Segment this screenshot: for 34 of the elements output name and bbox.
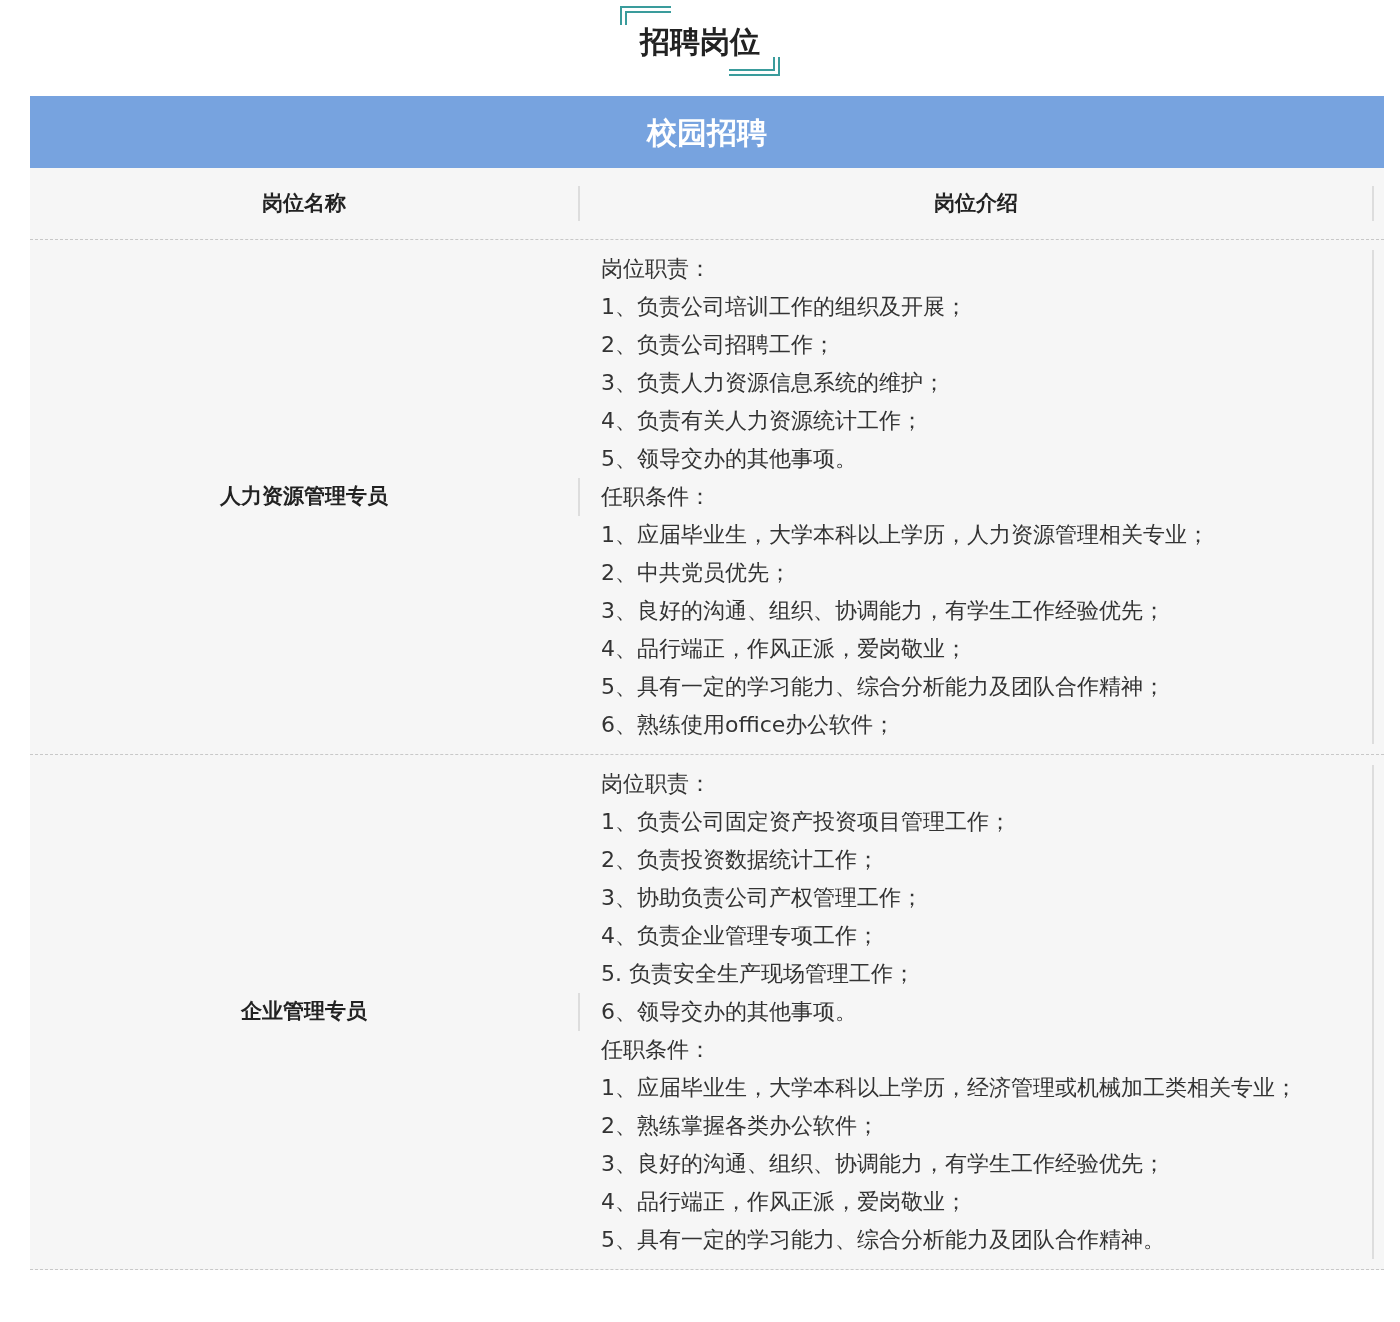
description-line: 1、负责公司培训工作的组织及开展；: [601, 293, 968, 321]
description-line: 1、应届毕业生，大学本科以上学历，人力资源管理相关专业；: [601, 521, 1210, 549]
description-line: 任职条件：: [601, 483, 712, 511]
description-line: 岗位职责：: [601, 255, 712, 283]
description-line: 4、品行端正，作风正派，爱岗敬业；: [601, 635, 968, 663]
description-line: 6、领导交办的其他事项。: [601, 998, 858, 1026]
description-line: 4、品行端正，作风正派，爱岗敬业；: [601, 1188, 968, 1216]
description-line: 3、良好的沟通、组织、协调能力，有学生工作经验优先；: [601, 597, 1166, 625]
column-header: 岗位名称: [262, 189, 346, 217]
description-line: 岗位职责：: [601, 770, 712, 798]
table-cell-text: 人力资源管理专员: [220, 483, 388, 511]
description-line: 3、协助负责公司产权管理工作；: [601, 884, 924, 912]
description-line: 2、熟练掌握各类办公软件；: [601, 1112, 880, 1140]
description-line: 5、领导交办的其他事项。: [601, 445, 858, 473]
description-line: 4、负责有关人力资源统计工作；: [601, 407, 924, 435]
section-title: 招聘岗位: [640, 24, 760, 59]
corner-bracket-icon: [728, 56, 780, 76]
corner-bracket-icon: [620, 6, 672, 26]
description-line: 2、负责公司招聘工作；: [601, 331, 836, 359]
description-line: 4、负责企业管理专项工作；: [601, 922, 880, 950]
description-line: 5、具有一定的学习能力、综合分析能力及团队合作精神；: [601, 673, 1166, 701]
description-line: 1、应届毕业生，大学本科以上学历，经济管理或机械加工类相关专业；: [601, 1074, 1298, 1102]
table-cell-text: 企业管理专员: [241, 998, 367, 1026]
description-line: 2、负责投资数据统计工作；: [601, 846, 880, 874]
description-line: 任职条件：: [601, 1036, 712, 1064]
description-line: 1、负责公司固定资产投资项目管理工作；: [601, 808, 1012, 836]
description-line: 2、中共党员优先；: [601, 559, 792, 587]
description-line: 3、负责人力资源信息系统的维护；: [601, 369, 946, 397]
column-header: 岗位介绍: [934, 189, 1018, 217]
description-line: 6、熟练使用office办公软件；: [601, 711, 897, 739]
banner: 校园招聘: [30, 96, 1384, 168]
description-line: 5、具有一定的学习能力、综合分析能力及团队合作精神。: [601, 1226, 1166, 1254]
description-line: 3、良好的沟通、组织、协调能力，有学生工作经验优先；: [601, 1150, 1166, 1178]
description-line: 5. 负责安全生产现场管理工作；: [601, 960, 916, 988]
